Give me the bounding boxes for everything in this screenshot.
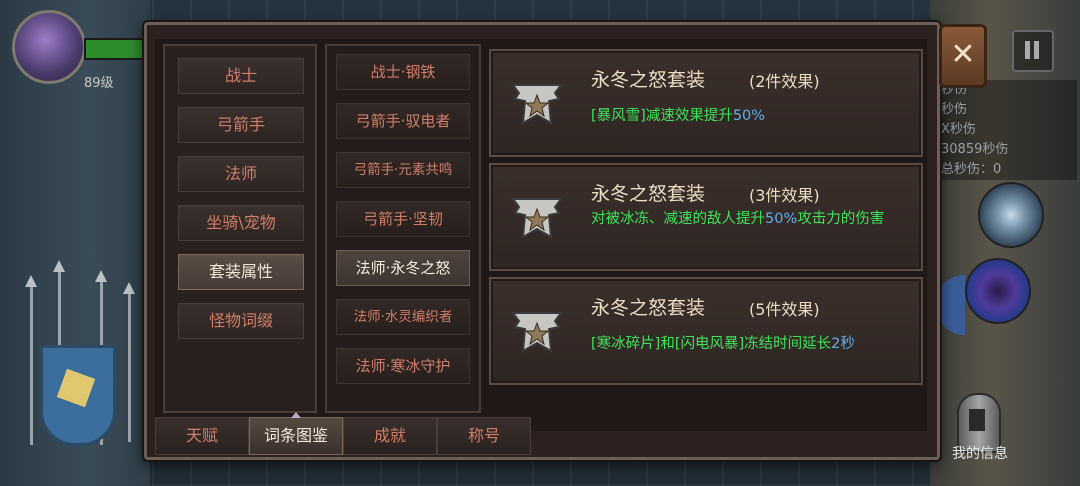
player-avatar[interactable]: [12, 10, 86, 84]
dps-readout: 秒伤 秒伤 X秒伤 30859秒伤 总秒伤：0: [935, 80, 1077, 180]
category-mount-pet[interactable]: 坐骑\宠物: [178, 205, 304, 241]
set-effect-card: 永冬之怒套装 (2件效果) [暴风雪]减速效果提升50%: [489, 49, 923, 157]
set-mage-frost-guard[interactable]: 法师·寒冰守护: [336, 348, 470, 384]
close-button[interactable]: ✕: [939, 24, 987, 88]
category-warrior[interactable]: 战士: [178, 58, 304, 94]
set-effect-card: 永冬之怒套装 (3件效果) 对被冰冻、减速的敌人提升50%攻击力的伤害: [489, 163, 923, 271]
set-list: 战士·钢铁 弓箭手·驭电者 弓箭手·元素共鸣 弓箭手·坚韧 法师·永冬之怒 法师…: [325, 44, 481, 413]
set-warrior-steel[interactable]: 战士·钢铁: [336, 54, 470, 90]
player-level: 89级: [84, 76, 114, 91]
set-effect-title: 永冬之怒套装: [591, 69, 706, 91]
tab-achievements[interactable]: 成就: [343, 417, 437, 455]
set-mage-winter-wrath[interactable]: 法师·永冬之怒: [336, 250, 470, 286]
tab-talents[interactable]: 天赋: [155, 417, 249, 455]
set-archer-elemental[interactable]: 弓箭手·元素共鸣: [336, 152, 470, 188]
desc-highlight: 50%: [765, 211, 798, 227]
my-info-button[interactable]: 我的信息: [940, 355, 1020, 465]
codex-panel: 战士 弓箭手 法师 坐骑\宠物 套装属性 怪物词缀 战士·钢铁 弓箭手·驭电者 …: [144, 22, 940, 460]
set-emblem-icon: [511, 312, 563, 353]
tab-affix-codex[interactable]: 词条图鉴: [249, 412, 343, 455]
set-archer-tenacity[interactable]: 弓箭手·坚韧: [336, 201, 470, 237]
spear-decoration: [25, 275, 37, 445]
category-set-attributes[interactable]: 套装属性: [178, 254, 304, 290]
panel-content: 战士 弓箭手 法师 坐骑\宠物 套装属性 怪物词缀 战士·钢铁 弓箭手·驭电者 …: [155, 39, 927, 431]
set-effect-description: [暴风雪]减速效果提升50%: [591, 106, 909, 126]
category-archer[interactable]: 弓箭手: [178, 107, 304, 143]
desc-text: [寒冰碎片]和[闪电风暴]冻结时间延长: [591, 336, 832, 352]
set-effect-title: 永冬之怒套装: [591, 183, 706, 205]
desc-text: [暴风雪]减速效果提升: [591, 108, 733, 124]
vortex-skill-icon[interactable]: [965, 258, 1031, 324]
set-effect-count: (2件效果): [749, 72, 820, 91]
dps-line: 总秒伤：0: [941, 162, 1002, 177]
set-effect-count: (5件效果): [749, 300, 820, 319]
desc-highlight: 50%: [732, 108, 766, 124]
category-monster-affix[interactable]: 怪物词缀: [178, 303, 304, 339]
desc-text: 对被冰冻、减速的敌人提升: [591, 211, 765, 227]
close-icon: ✕: [950, 37, 976, 72]
desc-text: 攻击力的伤害: [797, 211, 885, 227]
my-info-label: 我的信息: [952, 446, 1008, 462]
dps-line: 秒伤: [941, 102, 968, 117]
category-mage[interactable]: 法师: [178, 156, 304, 192]
category-list: 战士 弓箭手 法师 坐骑\宠物 套装属性 怪物词缀: [163, 44, 317, 413]
desc-highlight: 2秒: [831, 336, 855, 352]
set-emblem-icon: [511, 198, 563, 239]
set-archer-stormrider[interactable]: 弓箭手·驭电者: [336, 103, 470, 139]
set-emblem-icon: [511, 84, 563, 125]
set-effect-count: (3件效果): [749, 186, 820, 205]
bottom-tab-bar: 天赋 词条图鉴 成就 称号: [155, 412, 535, 455]
set-mage-waterweaver[interactable]: 法师·水灵编织者: [336, 299, 470, 335]
health-bar: [84, 38, 148, 60]
set-effect-card: 永冬之怒套装 (5件效果) [寒冰碎片]和[闪电风暴]冻结时间延长2秒: [489, 277, 923, 385]
tab-titles[interactable]: 称号: [437, 417, 531, 455]
blue-banner: [40, 345, 116, 446]
spear-decoration: [123, 282, 135, 442]
set-effect-description: [寒冰碎片]和[闪电风暴]冻结时间延长2秒: [591, 334, 909, 354]
set-effect-description: 对被冰冻、减速的敌人提升50%攻击力的伤害: [591, 209, 909, 229]
dps-line: X秒伤: [941, 122, 976, 137]
dps-line: 30859秒伤: [941, 142, 1009, 157]
pause-button[interactable]: [1012, 30, 1054, 72]
set-effect-title: 永冬之怒套装: [591, 297, 706, 319]
lightning-skill-icon[interactable]: [978, 182, 1044, 248]
